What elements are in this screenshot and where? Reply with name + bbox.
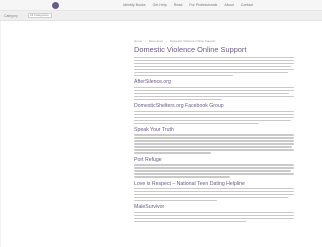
text-line (134, 134, 294, 136)
top-navigation-bar: Identity Books Get Help Read For Profess… (0, 0, 322, 11)
text-line (134, 197, 288, 199)
breadcrumb-separator: › (165, 39, 167, 43)
section-heading: AfterSilence.org (134, 79, 171, 86)
text-line (134, 152, 211, 154)
text-line (134, 200, 218, 202)
nav-item-read[interactable]: Read (174, 3, 183, 7)
section-paragraph (134, 134, 294, 154)
nav-item-get-help[interactable]: Get Help (153, 3, 167, 7)
text-line (134, 191, 294, 193)
text-line (134, 110, 294, 113)
category-select[interactable]: All Categories (27, 13, 52, 18)
section-heading: DomesticShelters.org Facebook Group (134, 103, 224, 110)
text-line (134, 217, 294, 220)
text-line (134, 164, 294, 166)
section-paragraph (134, 188, 294, 202)
text-line (134, 140, 294, 142)
logo-icon (52, 1, 59, 9)
text-line (134, 119, 291, 121)
nav-item-for-professionals[interactable]: For Professionals (189, 3, 217, 7)
breadcrumb-current: Domestic Violence Online Support (169, 39, 216, 43)
breadcrumb-separator: › (144, 39, 146, 43)
text-line (134, 86, 294, 89)
text-line (134, 137, 294, 139)
section-heading: Love is Respect – National Teen Dating H… (134, 180, 245, 187)
category-filter-bar: Category All Categories (0, 11, 322, 21)
text-line (134, 89, 294, 92)
text-line (134, 95, 294, 98)
section-heading: Port Refuge (134, 156, 162, 163)
text-line (134, 146, 293, 148)
text-line (134, 214, 294, 217)
text-line (134, 188, 294, 190)
text-line (134, 173, 294, 175)
text-line (134, 194, 294, 196)
nav-item-about[interactable]: About (224, 3, 233, 7)
breadcrumb-resources[interactable]: Resources (149, 39, 163, 43)
nav-item-contact[interactable]: Contact (241, 3, 253, 7)
text-line (134, 92, 290, 95)
text-line (134, 59, 294, 62)
nav-item-identity-books[interactable]: Identity Books (123, 3, 146, 7)
text-line (134, 62, 294, 65)
article-content: Home › Resources › Domestic Violence Onl… (134, 39, 294, 224)
section-heading: Speak Your Truth (134, 126, 174, 133)
breadcrumb: Home › Resources › Domestic Violence Onl… (134, 39, 294, 43)
site-logo[interactable] (52, 1, 61, 9)
text-line (134, 74, 234, 77)
section-paragraph (134, 86, 294, 101)
left-edge (0, 21, 1, 247)
section-heading: MaleSurvivor (134, 204, 165, 211)
sections-container: AfterSilence.org DomesticShelters.org Fac… (134, 57, 294, 223)
section-paragraph (134, 211, 294, 223)
text-line (134, 71, 288, 74)
section-paragraph (134, 57, 294, 77)
text-line (134, 143, 294, 145)
text-line (134, 68, 294, 71)
text-line (134, 122, 259, 124)
text-line (134, 176, 230, 178)
section-paragraph (134, 110, 294, 124)
text-line (134, 113, 294, 115)
text-line (134, 211, 294, 214)
category-label: Category (4, 13, 18, 18)
text-line (134, 65, 291, 68)
section-paragraph (134, 164, 294, 178)
text-line (134, 98, 222, 101)
text-line (134, 149, 294, 151)
text-line (134, 167, 294, 169)
main-nav: Identity Books Get Help Read For Profess… (123, 3, 260, 7)
text-line (134, 170, 291, 172)
breadcrumb-home[interactable]: Home (134, 39, 142, 43)
text-line (134, 220, 246, 223)
page-title: Domestic Violence Online Support (134, 45, 247, 54)
text-line (134, 57, 294, 59)
text-line (134, 116, 294, 118)
